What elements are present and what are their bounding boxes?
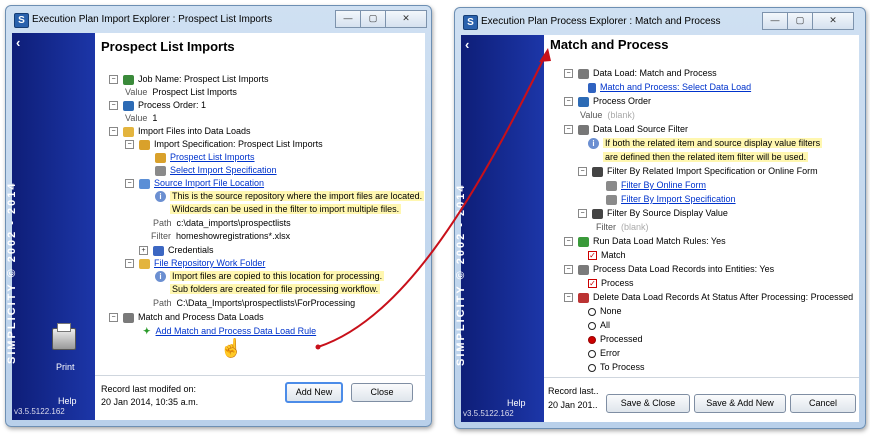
arrow-head: [539, 48, 551, 62]
arrow-start-dot: [315, 344, 321, 350]
connector-arrow: [315, 48, 551, 350]
arrow-path: [317, 55, 546, 348]
